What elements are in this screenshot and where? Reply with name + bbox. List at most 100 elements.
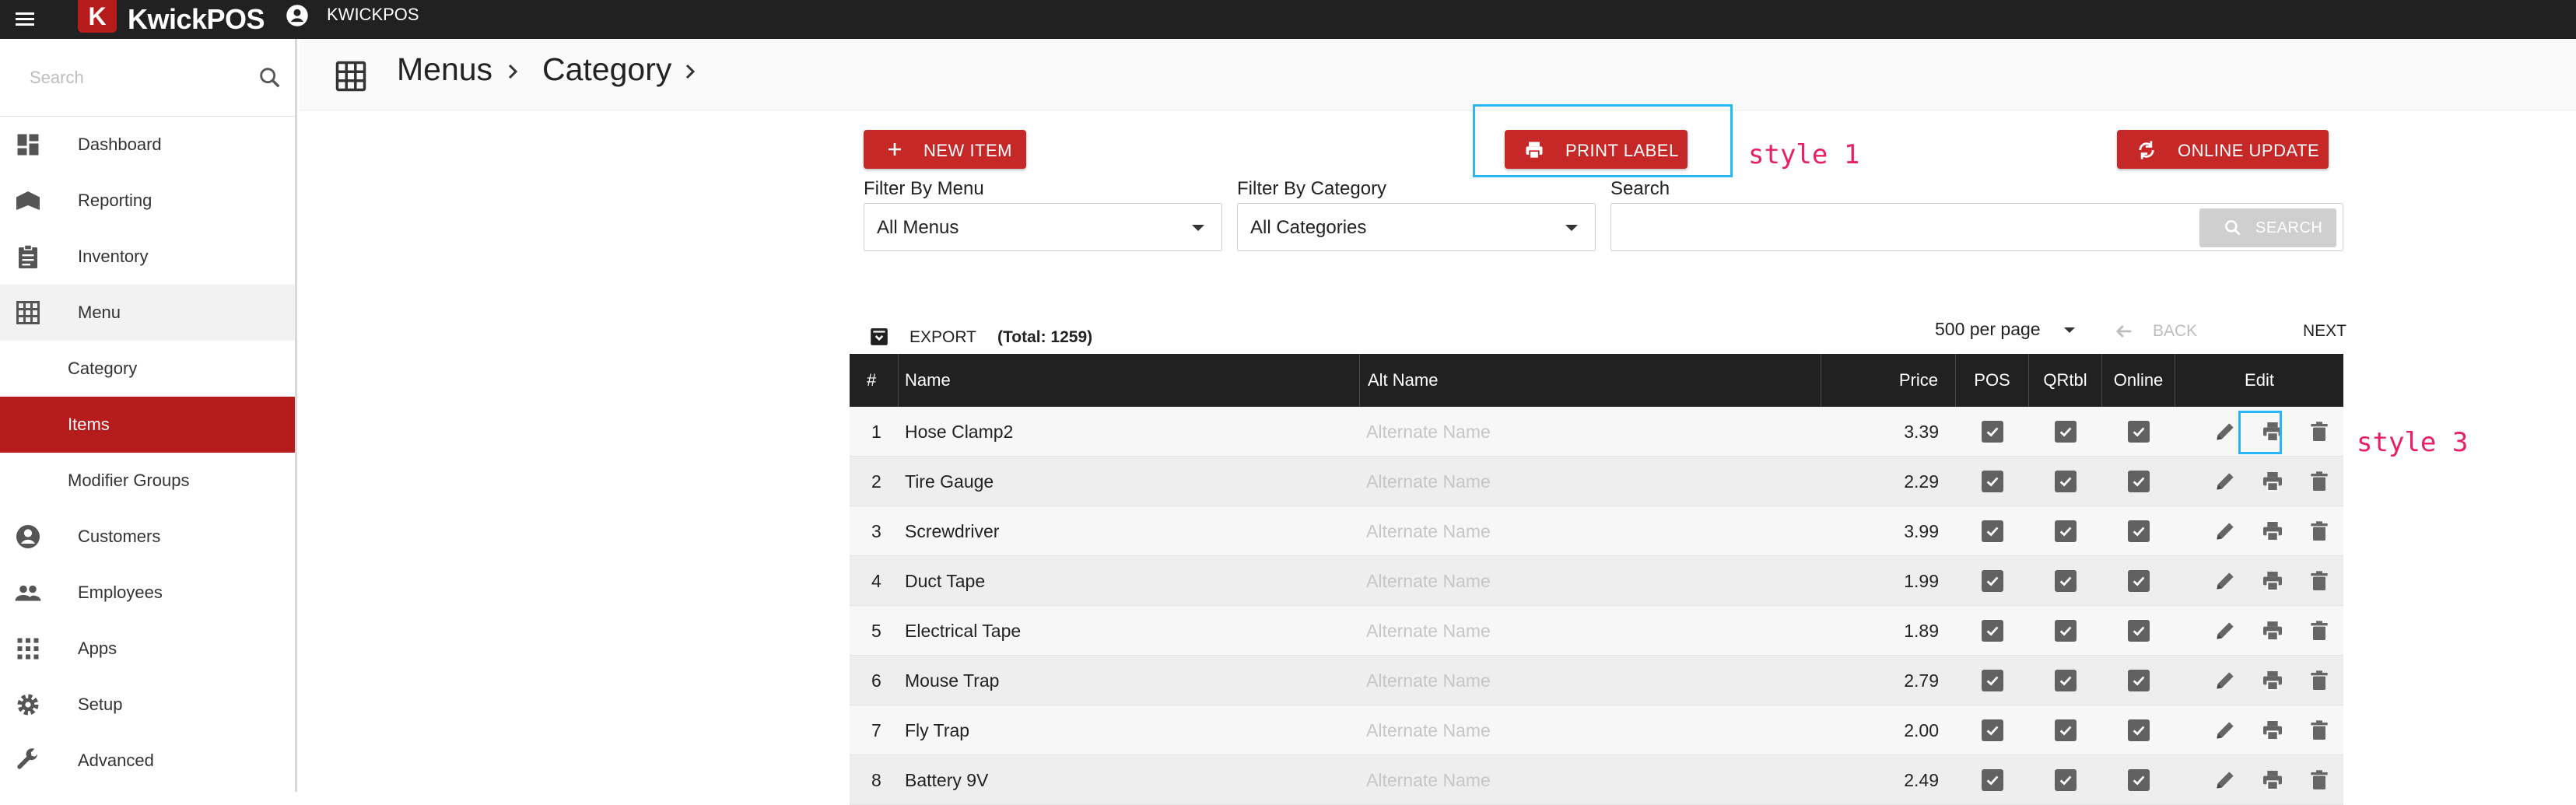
table-row[interactable]: 8 Battery 9V Alternate Name 2.49 xyxy=(850,755,2343,805)
sidebar-item-menu[interactable]: Menu xyxy=(0,285,295,341)
qrtbl-checkbox[interactable] xyxy=(2055,421,2077,443)
table-row[interactable]: 3 Screwdriver Alternate Name 3.99 xyxy=(850,506,2343,556)
export-button[interactable]: EXPORT xyxy=(909,328,976,347)
item-name[interactable]: Screwdriver xyxy=(905,506,999,556)
online-update-button[interactable]: ONLINE UPDATE xyxy=(2117,130,2329,169)
column-header-number[interactable]: # xyxy=(850,354,899,407)
printer-icon[interactable] xyxy=(2260,718,2285,743)
alt-name-placeholder[interactable]: Alternate Name xyxy=(1366,556,1491,606)
alt-name-placeholder[interactable]: Alternate Name xyxy=(1366,407,1491,457)
qrtbl-checkbox[interactable] xyxy=(2055,471,2077,492)
breadcrumb-category[interactable]: Category xyxy=(542,51,671,88)
sidebar-item-customers[interactable]: Customers xyxy=(0,509,295,565)
pos-checkbox[interactable] xyxy=(1982,670,2003,691)
next-button[interactable]: NEXT xyxy=(2303,322,2346,341)
new-item-button[interactable]: NEW ITEM xyxy=(864,130,1026,169)
trash-icon[interactable] xyxy=(2307,519,2332,544)
user-name[interactable]: KWICKPOS xyxy=(327,5,419,25)
account-circle-icon[interactable] xyxy=(286,4,309,27)
online-checkbox[interactable] xyxy=(2128,421,2150,443)
printer-icon[interactable] xyxy=(2260,618,2285,643)
search-button[interactable]: SEARCH xyxy=(2199,208,2336,247)
online-checkbox[interactable] xyxy=(2128,719,2150,741)
breadcrumb-menus[interactable]: Menus xyxy=(397,51,492,88)
trash-icon[interactable] xyxy=(2307,469,2332,494)
trash-icon[interactable] xyxy=(2307,569,2332,593)
qrtbl-checkbox[interactable] xyxy=(2055,719,2077,741)
sidebar-search-placeholder[interactable]: Search xyxy=(30,68,84,88)
printer-icon[interactable] xyxy=(2260,469,2285,494)
pencil-icon[interactable] xyxy=(2213,718,2238,743)
pencil-icon[interactable] xyxy=(2213,469,2238,494)
qrtbl-checkbox[interactable] xyxy=(2055,670,2077,691)
printer-icon[interactable] xyxy=(2260,569,2285,593)
sidebar-item-setup[interactable]: Setup xyxy=(0,677,295,733)
column-header-name[interactable]: Name xyxy=(899,354,1360,407)
sidebar-item-advanced[interactable]: Advanced xyxy=(0,733,295,789)
trash-icon[interactable] xyxy=(2307,768,2332,793)
filter-by-category-select[interactable]: All Categories xyxy=(1237,203,1596,251)
pos-checkbox[interactable] xyxy=(1982,570,2003,592)
qrtbl-checkbox[interactable] xyxy=(2055,620,2077,642)
item-name[interactable]: Fly Trap xyxy=(905,705,969,755)
filter-by-menu-select[interactable]: All Menus xyxy=(864,203,1222,251)
table-row[interactable]: 4 Duct Tape Alternate Name 1.99 xyxy=(850,556,2343,606)
trash-icon[interactable] xyxy=(2307,419,2332,444)
pos-checkbox[interactable] xyxy=(1982,520,2003,542)
printer-icon[interactable] xyxy=(2260,668,2285,693)
table-row[interactable]: 6 Mouse Trap Alternate Name 2.79 xyxy=(850,656,2343,705)
online-checkbox[interactable] xyxy=(2128,670,2150,691)
alt-name-placeholder[interactable]: Alternate Name xyxy=(1366,606,1491,656)
sidebar-item-inventory[interactable]: Inventory xyxy=(0,229,295,285)
alt-name-placeholder[interactable]: Alternate Name xyxy=(1366,457,1491,506)
search-icon[interactable] xyxy=(257,65,283,91)
column-header-pos[interactable]: POS xyxy=(1956,354,2029,407)
sidebar-item-items[interactable]: Items xyxy=(0,397,295,453)
item-name[interactable]: Electrical Tape xyxy=(905,606,1021,656)
column-header-online[interactable]: Online xyxy=(2102,354,2175,407)
trash-icon[interactable] xyxy=(2307,668,2332,693)
per-page-select[interactable]: 500 per page xyxy=(1935,319,2041,340)
trash-icon[interactable] xyxy=(2307,618,2332,643)
qrtbl-checkbox[interactable] xyxy=(2055,769,2077,791)
sidebar-item-reporting[interactable]: Reporting xyxy=(0,173,295,229)
pencil-icon[interactable] xyxy=(2213,519,2238,544)
online-checkbox[interactable] xyxy=(2128,520,2150,542)
printer-icon[interactable] xyxy=(2260,768,2285,793)
pencil-icon[interactable] xyxy=(2213,569,2238,593)
item-name[interactable]: Mouse Trap xyxy=(905,656,999,705)
alt-name-placeholder[interactable]: Alternate Name xyxy=(1366,755,1491,805)
item-name[interactable]: Tire Gauge xyxy=(905,457,994,506)
pos-checkbox[interactable] xyxy=(1982,471,2003,492)
search-input[interactable]: SEARCH xyxy=(1610,203,2343,251)
sidebar-item-dashboard[interactable]: Dashboard xyxy=(0,117,295,173)
item-name[interactable]: Battery 9V xyxy=(905,755,988,805)
arrow-left-icon[interactable] xyxy=(2113,320,2135,342)
item-name[interactable]: Duct Tape xyxy=(905,556,985,606)
qrtbl-checkbox[interactable] xyxy=(2055,570,2077,592)
column-header-price[interactable]: Price xyxy=(1821,354,1956,407)
column-header-qrtbl[interactable]: QRtbl xyxy=(2029,354,2102,407)
table-row[interactable]: 2 Tire Gauge Alternate Name 2.29 xyxy=(850,457,2343,506)
pos-checkbox[interactable] xyxy=(1982,769,2003,791)
sidebar-item-employees[interactable]: Employees xyxy=(0,565,295,621)
printer-icon[interactable] xyxy=(2260,519,2285,544)
pencil-icon[interactable] xyxy=(2213,618,2238,643)
sidebar-item-modifier-groups[interactable]: Modifier Groups xyxy=(0,453,295,509)
back-button[interactable]: BACK xyxy=(2153,322,2197,341)
archive-icon[interactable] xyxy=(869,327,889,347)
sidebar-search[interactable]: Search xyxy=(0,39,295,117)
print-label-button[interactable]: PRINT LABEL xyxy=(1505,130,1688,169)
alt-name-placeholder[interactable]: Alternate Name xyxy=(1366,506,1491,556)
pencil-icon[interactable] xyxy=(2213,668,2238,693)
online-checkbox[interactable] xyxy=(2128,570,2150,592)
sidebar-item-category[interactable]: Category xyxy=(0,341,295,397)
pos-checkbox[interactable] xyxy=(1982,620,2003,642)
pencil-icon[interactable] xyxy=(2213,768,2238,793)
trash-icon[interactable] xyxy=(2307,718,2332,743)
caret-down-icon[interactable] xyxy=(2064,327,2075,333)
table-row[interactable]: 7 Fly Trap Alternate Name 2.00 xyxy=(850,705,2343,755)
alt-name-placeholder[interactable]: Alternate Name xyxy=(1366,705,1491,755)
online-checkbox[interactable] xyxy=(2128,620,2150,642)
hamburger-menu-icon[interactable] xyxy=(14,9,36,30)
